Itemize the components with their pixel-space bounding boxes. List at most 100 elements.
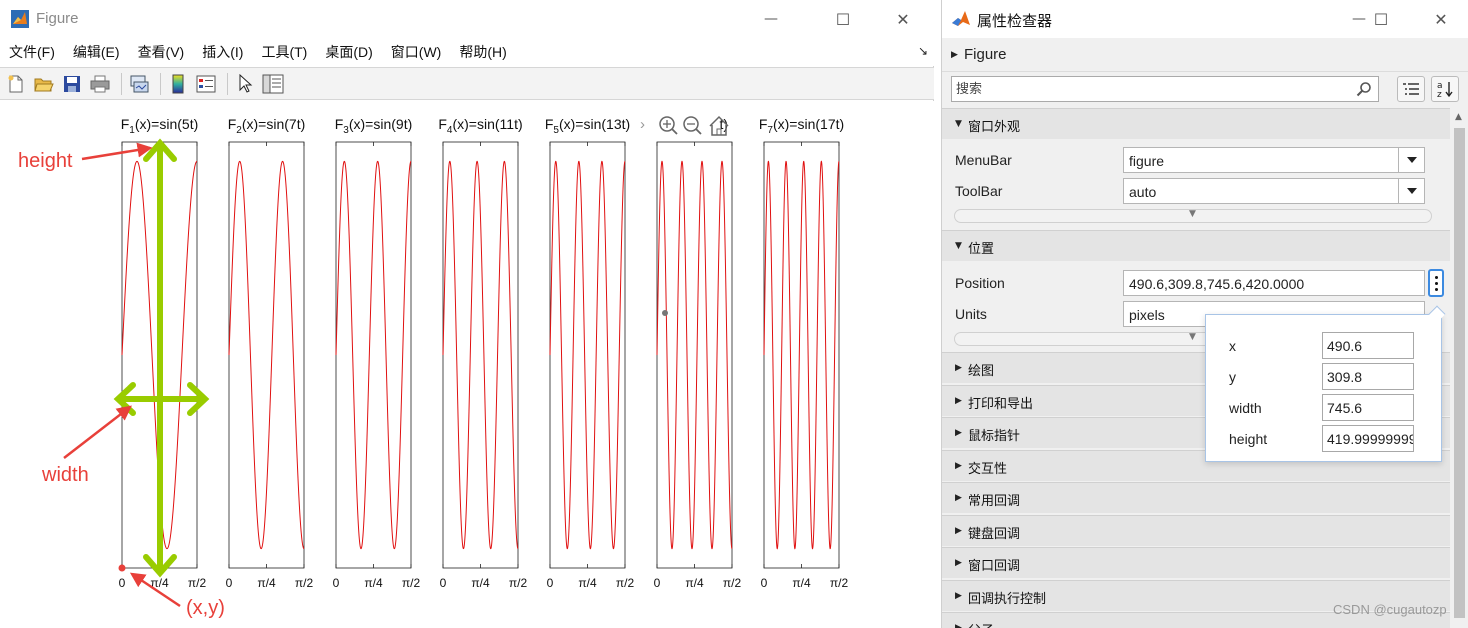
section-plot-label: 绘图 bbox=[968, 364, 995, 379]
menu-edit[interactable]: 编辑(E) bbox=[73, 42, 120, 62]
subplot-4[interactable]: 0 π/4 π/2 F4(x)=sin(11t) bbox=[438, 116, 527, 590]
popup-row-y: y 309.8 bbox=[1206, 363, 1443, 390]
menu-help[interactable]: 帮助(H) bbox=[459, 42, 506, 62]
popup-row-width: width 745.6 bbox=[1206, 394, 1443, 421]
menu-window[interactable]: 窗口(W) bbox=[391, 42, 442, 62]
insert-legend-button[interactable] bbox=[194, 72, 218, 96]
section-appearance[interactable]: ▼ 窗口外观 bbox=[942, 108, 1450, 139]
chevron-down-icon[interactable] bbox=[1398, 148, 1424, 172]
close-button[interactable]: ✕ bbox=[880, 0, 926, 38]
popup-y-input[interactable]: 309.8 bbox=[1322, 363, 1414, 390]
subplot-5[interactable]: 0 π/4 π/2 F5(x)=sin(13t) bbox=[545, 116, 635, 590]
prop-row-menubar: MenuBar figure bbox=[942, 144, 1450, 175]
x-tick-label: π/4 bbox=[364, 576, 383, 590]
toolbar-separator bbox=[227, 72, 228, 95]
maximize-button[interactable]: ☐ bbox=[820, 0, 866, 38]
collapsed-triangle-icon: ▶ bbox=[955, 526, 962, 536]
edit-plot-button[interactable] bbox=[233, 72, 257, 96]
section-position[interactable]: ▼ 位置 bbox=[942, 230, 1450, 261]
dock-icon[interactable]: ↘ bbox=[918, 44, 928, 58]
open-file-button[interactable] bbox=[32, 72, 56, 96]
axes-toolbar-more-icon[interactable]: › bbox=[640, 116, 645, 133]
menu-insert[interactable]: 插入(I) bbox=[202, 42, 243, 62]
popup-width-input[interactable]: 745.6 bbox=[1322, 394, 1414, 421]
zoom-in-icon[interactable] bbox=[659, 116, 678, 135]
popup-height-input[interactable]: 419.99999999 bbox=[1322, 425, 1414, 452]
inspector-title-bar[interactable]: 属性检查器 — ☐ ✕ bbox=[942, 0, 1468, 38]
pointer-arrow-icon bbox=[239, 73, 253, 93]
figure-title-bar[interactable]: Figure — ☐ ✕ bbox=[0, 0, 934, 38]
property-search-box[interactable] bbox=[951, 76, 1379, 102]
menu-file[interactable]: 文件(F) bbox=[9, 42, 55, 62]
x-tick-label: π/4 bbox=[471, 576, 490, 590]
colorbar-icon bbox=[172, 74, 184, 93]
zoom-out-icon[interactable] bbox=[683, 116, 702, 135]
popup-width-value: 745.6 bbox=[1327, 400, 1363, 416]
popup-width-label: width bbox=[1229, 400, 1262, 416]
matlab-logo-icon bbox=[952, 11, 970, 26]
menu-view[interactable]: 查看(V) bbox=[138, 42, 185, 62]
collapsed-triangle-icon: ▶ bbox=[955, 396, 962, 406]
section-callbacks[interactable]: ▶ 常用回调 bbox=[942, 482, 1450, 513]
subplot-7[interactable]: 0 π/4 π/2 F7(x)=sin(17t) bbox=[759, 116, 849, 590]
subplot-2[interactable]: 0 π/4 π/2 F2(x)=sin(7t) bbox=[226, 116, 314, 590]
inspector-close-button[interactable]: ✕ bbox=[1418, 0, 1464, 38]
print-figure-button[interactable] bbox=[88, 72, 112, 96]
link-plot-button[interactable] bbox=[127, 72, 151, 96]
scrollbar-thumb[interactable] bbox=[1454, 128, 1465, 618]
link-plot-icon bbox=[130, 75, 149, 92]
height-annotation-label: height bbox=[18, 150, 73, 172]
toolbar-dropdown[interactable]: auto bbox=[1123, 178, 1425, 204]
subplot-3[interactable]: 0 π/4 π/2 F3(x)=sin(9t) bbox=[333, 116, 421, 590]
prop-toolbar-name: ToolBar bbox=[955, 183, 1003, 199]
menubar-dropdown[interactable]: figure bbox=[1123, 147, 1425, 173]
subplot-grid[interactable]: 0 π/4 π/2 F1(x)=sin(5t) 0 π/4 π/2 F2(x)=sin(7t)… bbox=[0, 101, 934, 628]
svg-text:z: z bbox=[1437, 90, 1442, 99]
group-view-button[interactable] bbox=[1397, 76, 1425, 102]
position-input[interactable]: 490.6,309.8,745.6,420.0000 bbox=[1123, 270, 1425, 296]
figure-window: Figure — ☐ ✕ 文件(F) 编辑(E) 查看(V) 插入(I) 工具(… bbox=[0, 0, 934, 628]
figure-toolbar bbox=[0, 67, 934, 100]
chevron-down-icon[interactable] bbox=[1398, 179, 1424, 203]
show-more-appearance[interactable]: ▼ bbox=[954, 209, 1432, 223]
x-tick-label: 0 bbox=[547, 576, 554, 590]
popup-height-value: 419.99999999 bbox=[1327, 431, 1414, 447]
inspected-object-header[interactable]: ▶ Figure bbox=[942, 38, 1468, 72]
prop-position-name: Position bbox=[955, 275, 1005, 291]
position-expand-button[interactable] bbox=[1428, 269, 1444, 297]
popup-x-input[interactable]: 490.6 bbox=[1322, 332, 1414, 359]
popup-row-x: x 490.6 bbox=[1206, 332, 1443, 359]
collapsed-triangle-icon: ▶ bbox=[955, 558, 962, 568]
section-window-callbacks[interactable]: ▶ 窗口回调 bbox=[942, 547, 1450, 578]
property-search-input[interactable] bbox=[956, 80, 1346, 98]
menu-desktop[interactable]: 桌面(D) bbox=[325, 42, 372, 62]
section-callback-exec-label: 回调执行控制 bbox=[968, 592, 1047, 607]
x-tick-label: π/4 bbox=[685, 576, 704, 590]
toolbar-value: auto bbox=[1129, 184, 1157, 200]
save-figure-button[interactable] bbox=[60, 72, 84, 96]
property-inspector-button[interactable] bbox=[261, 72, 285, 96]
subplot-title: F7(x)=sin(17t) bbox=[759, 116, 844, 136]
width-pointer-arrow bbox=[63, 405, 132, 459]
inspector-scrollbar[interactable]: ▲ bbox=[1450, 108, 1468, 628]
watermark: CSDN @cugautozp bbox=[1333, 602, 1447, 617]
scroll-up-icon[interactable]: ▲ bbox=[1455, 112, 1462, 122]
toolbar-separator bbox=[121, 72, 122, 95]
maximize-icon: ☐ bbox=[835, 9, 851, 29]
more-vertical-icon bbox=[1434, 287, 1438, 291]
inspector-maximize-button[interactable]: ☐ bbox=[1358, 0, 1404, 38]
x-tick-label: π/2 bbox=[295, 576, 314, 590]
menu-tools[interactable]: 工具(T) bbox=[261, 42, 307, 62]
axes-box[interactable] bbox=[228, 141, 305, 569]
section-keyboard[interactable]: ▶ 键盘回调 bbox=[942, 515, 1450, 546]
units-value: pixels bbox=[1129, 307, 1165, 323]
subplot-6[interactable]: 0 π/4 π/2t) bbox=[654, 116, 742, 590]
subplot-title: F4(x)=sin(11t) bbox=[438, 116, 522, 136]
new-figure-button[interactable] bbox=[4, 72, 28, 96]
insert-colorbar-button[interactable] bbox=[166, 72, 190, 96]
section-position-label: 位置 bbox=[968, 242, 995, 257]
section-keyboard-label: 键盘回调 bbox=[968, 527, 1021, 542]
sort-alphabetical-button[interactable]: az bbox=[1431, 76, 1459, 102]
collapsed-triangle-icon: ▶ bbox=[955, 461, 962, 471]
minimize-button[interactable]: — bbox=[748, 0, 794, 38]
